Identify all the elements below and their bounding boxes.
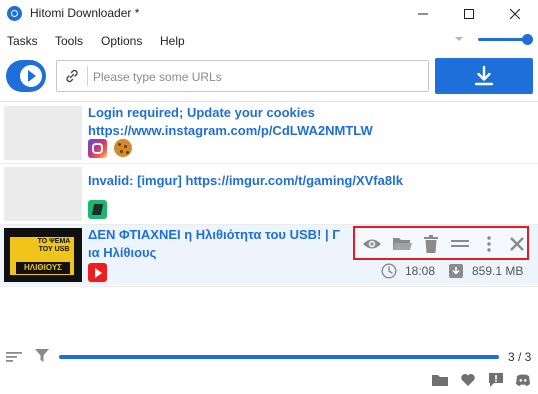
task-title-line1: ΔΕΝ ΦΤΙΑΧΝΕΙ η Ηλιθιότητα του USB! | Γ: [88, 227, 341, 242]
menu-bar: Tasks Tools Options Help: [0, 30, 538, 52]
imgur-icon: [88, 200, 107, 219]
cookie-icon: [114, 139, 132, 157]
file-size: 859.1 MB: [472, 264, 524, 278]
task-row[interactable]: Login required; Update your cookies http…: [0, 103, 538, 163]
progress-count: 3 / 3: [508, 350, 532, 364]
close-icon: [510, 9, 520, 19]
thumbnail-text: ΤΟ ΨΕΜΑ ΤΟΥ USB: [37, 238, 71, 253]
filter-icon[interactable]: [35, 349, 49, 363]
menu-help[interactable]: Help: [160, 34, 185, 48]
thumbnail-caption: ΗΛΙΘΙΟΥΣ: [16, 262, 70, 274]
start-toggle-button[interactable]: [6, 60, 46, 92]
thumbnail: [4, 106, 82, 160]
maximize-icon: [464, 9, 474, 19]
open-folder-button[interactable]: [392, 234, 412, 254]
overall-progress-bar: [59, 355, 499, 359]
chevron-down-icon[interactable]: [455, 37, 463, 41]
task-row-selected[interactable]: ΤΟ ΨΕΜΑ ΤΟΥ USB ΗΛΙΘΙΟΥΣ ΔΕΝ ΦΤΙΑΧΝΕΙ η …: [0, 225, 538, 285]
minimize-icon: [418, 13, 428, 15]
view-button[interactable]: [362, 234, 382, 254]
menu-lines-icon: [451, 240, 469, 247]
download-button[interactable]: [435, 58, 533, 94]
thumbnail: [4, 167, 82, 221]
url-field[interactable]: [56, 60, 429, 92]
video-thumbnail: ΤΟ ΨΕΜΑ ΤΟΥ USB ΗΛΙΘΙΟΥΣ: [4, 228, 82, 282]
folder-icon[interactable]: [432, 372, 448, 388]
youtube-icon: [88, 263, 107, 282]
task-action-bar: [353, 226, 529, 260]
url-input[interactable]: [93, 67, 423, 87]
task-row[interactable]: Invalid: [imgur] https://imgur.com/t/gam…: [0, 164, 538, 224]
task-title-line2: ια Ηλίθιους: [88, 245, 157, 260]
menu-tools[interactable]: Tools: [55, 34, 83, 48]
toolbar-divider: [0, 101, 538, 102]
close-icon: [510, 237, 524, 251]
play-icon: [20, 65, 42, 87]
link-icon: [66, 69, 78, 83]
feedback-icon[interactable]: [488, 372, 504, 388]
close-window-button[interactable]: [492, 0, 538, 28]
minimize-button[interactable]: [400, 0, 446, 28]
delete-button[interactable]: [421, 234, 441, 254]
clock-icon: [381, 263, 397, 279]
sort-icon[interactable]: [6, 351, 22, 363]
file-size-icon: [449, 264, 463, 278]
task-title: ΔΕΝ ΦΤΙΑΧΝΕΙ η Ηλιθιότητα του USB! | Γ ι…: [88, 226, 348, 262]
folder-icon: [393, 238, 412, 250]
trash-icon: [424, 235, 438, 253]
app-icon: [7, 6, 22, 21]
instagram-icon: [88, 139, 107, 158]
more-button[interactable]: [479, 234, 499, 254]
slider-handle[interactable]: [522, 34, 533, 45]
title-bar: Hitomi Downloader *: [0, 0, 538, 28]
download-icon: [474, 65, 494, 86]
task-title: Login required; Update your cookies http…: [88, 105, 373, 138]
speed-slider[interactable]: [478, 38, 528, 41]
view-icon: [363, 239, 381, 249]
menu-options[interactable]: Options: [101, 34, 142, 48]
window-title: Hitomi Downloader *: [30, 6, 140, 20]
heart-icon[interactable]: [460, 372, 476, 388]
remove-task-button[interactable]: [507, 234, 527, 254]
more-vertical-icon: [487, 236, 491, 252]
reorder-button[interactable]: [450, 234, 470, 254]
maximize-button[interactable]: [446, 0, 492, 28]
discord-icon[interactable]: [515, 372, 531, 388]
row-divider: [0, 286, 538, 287]
duration: 18:08: [405, 264, 436, 278]
task-title: Invalid: [imgur] https://imgur.com/t/gam…: [88, 173, 403, 188]
menu-tasks[interactable]: Tasks: [7, 34, 38, 48]
url-separator: [87, 66, 88, 86]
